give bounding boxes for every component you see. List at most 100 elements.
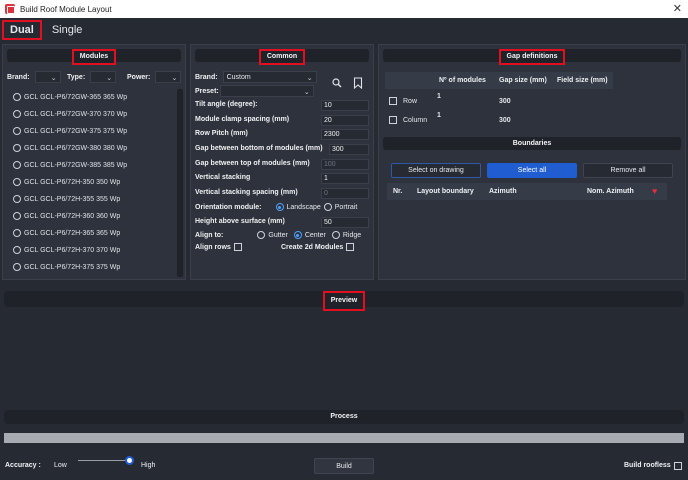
height-label: Height above surface (mm) <box>195 218 285 225</box>
modules-panel: Modules Brand: ⌄ Type: ⌄ Power: ⌄ GCL GC… <box>2 44 186 280</box>
window-title: Build Roof Module Layout <box>20 4 112 14</box>
list-item[interactable]: GCL GCL-P6/72GW-375 375 Wp <box>13 127 127 135</box>
select-on-drawing-button[interactable]: Select on drawing <box>391 163 481 178</box>
modules-header: Modules <box>7 49 181 65</box>
bookmark-icon[interactable] <box>353 77 363 89</box>
center-radio[interactable] <box>293 231 302 239</box>
gutter-label: Gutter <box>268 231 288 239</box>
column-checkbox[interactable] <box>389 116 397 124</box>
list-item[interactable]: GCL GCL-P6/72H-365 365 Wp <box>13 229 120 237</box>
module-radio[interactable] <box>13 127 21 135</box>
build-roofless-checkbox[interactable] <box>674 462 682 470</box>
process-bar[interactable]: Process <box>4 410 684 424</box>
center-label: Center <box>304 231 326 239</box>
module-radio[interactable] <box>13 110 21 118</box>
module-radio[interactable] <box>13 212 21 220</box>
list-item[interactable]: GCL GCL-P6/72GW-385 385 Wp <box>13 161 127 169</box>
gap-top-field[interactable]: 100 <box>321 159 369 170</box>
vertical-spacing-field[interactable]: 0 <box>321 188 369 199</box>
col-layout-boundary: Layout boundary <box>417 188 474 195</box>
common-preset-dropdown[interactable]: ⌄ <box>219 85 314 97</box>
list-item[interactable]: GCL GCL-P6/72H-375 375 Wp <box>13 263 120 271</box>
list-item[interactable]: GCL GCL-P6/72H-350 350 Wp <box>13 178 120 186</box>
gap-top-label: Gap between top of modules (mm) <box>195 160 310 167</box>
gap-title: Gap definitions <box>498 49 566 65</box>
vertical-stacking-field[interactable]: 1 <box>321 173 369 184</box>
row-gap[interactable]: 300 <box>499 98 511 105</box>
list-item[interactable]: GCL GCL-P6/72GW-380 380 Wp <box>13 144 127 152</box>
chevron-down-icon: ⌄ <box>50 75 57 82</box>
module-name: GCL GCL-P6/72GW-385 385 Wp <box>24 161 128 169</box>
row-modules[interactable]: 1 <box>437 93 441 100</box>
orientation-label: Orientation module: <box>195 203 262 211</box>
clamp-spacing-field[interactable]: 20 <box>321 115 369 126</box>
common-preset-label: Preset: <box>195 87 219 95</box>
gap-bottom-label: Gap between bottom of modules (mm) <box>195 145 323 152</box>
column-modules[interactable]: 1 <box>437 112 441 119</box>
module-radio[interactable] <box>13 246 21 254</box>
ridge-label: Ridge <box>342 231 362 239</box>
common-header: Common <box>195 49 369 65</box>
list-item[interactable]: GCL GCL-P6/72H-370 370 Wp <box>13 246 120 254</box>
module-radio[interactable] <box>13 229 21 237</box>
portrait-radio[interactable] <box>323 203 332 211</box>
mode-tabs: Dual Single <box>0 20 688 40</box>
module-radio[interactable] <box>13 263 21 271</box>
vertical-spacing-label: Vertical stacking spacing (mm) <box>195 189 298 196</box>
landscape-radio[interactable] <box>275 203 284 211</box>
chevron-down-icon: ⌄ <box>306 75 313 82</box>
table-row: Column <box>389 116 427 124</box>
module-radio[interactable] <box>13 93 21 101</box>
module-radio[interactable] <box>13 178 21 186</box>
module-name: GCL GCL-P6/72H-360 360 Wp <box>24 212 121 220</box>
slider-handle[interactable] <box>125 456 134 465</box>
gutter-radio[interactable] <box>257 231 266 239</box>
modules-scrollbar[interactable] <box>177 89 183 277</box>
align-rows-checkbox[interactable] <box>233 243 242 251</box>
accuracy-slider[interactable] <box>78 456 134 465</box>
create-2d-checkbox[interactable] <box>346 243 355 251</box>
module-name: GCL GCL-P6/72H-370 370 Wp <box>24 246 121 254</box>
modules-brand-dropdown[interactable]: ⌄ <box>34 71 61 83</box>
list-item[interactable]: GCL GCL-P6/72H-355 355 Wp <box>13 195 120 203</box>
build-roofless-label: Build roofless <box>624 462 671 469</box>
row-pitch-field[interactable]: 2300 <box>321 129 369 140</box>
modules-type-dropdown[interactable]: ⌄ <box>90 71 117 83</box>
select-all-button[interactable]: Select all <box>487 163 577 178</box>
ridge-radio[interactable] <box>331 231 340 239</box>
tab-dual[interactable]: Dual <box>2 20 42 40</box>
module-name: GCL GCL-P6/72H-350 350 Wp <box>24 178 121 186</box>
height-field[interactable]: 50 <box>321 217 369 228</box>
module-radio[interactable] <box>13 144 21 152</box>
heart-icon[interactable]: ♥ <box>652 186 657 196</box>
app-icon <box>5 4 15 14</box>
list-item[interactable]: GCL GCL-P6/72GW-365 365 Wp <box>13 93 127 101</box>
common-brand-label: Brand: <box>195 73 218 81</box>
gap-definitions-panel: Gap definitions Nº of modules Gap size (… <box>378 44 686 280</box>
module-radio[interactable] <box>13 195 21 203</box>
build-button[interactable]: Build <box>314 458 374 474</box>
common-title: Common <box>258 49 306 65</box>
col-gap: Gap size (mm) <box>499 77 547 84</box>
row-pitch-label: Row Pitch (mm) <box>195 130 248 137</box>
common-panel: Common Brand: Custom ⌄ Preset: ⌄ Tilt ang… <box>190 44 374 280</box>
boundaries-header: Boundaries <box>383 137 681 150</box>
preview-bar[interactable]: Preview <box>4 291 684 311</box>
list-item[interactable]: GCL GCL-P6/72H-360 360 Wp <box>13 212 120 220</box>
common-brand-dropdown[interactable]: Custom ⌄ <box>222 71 317 83</box>
list-item[interactable]: GCL GCL-P6/72GW-370 370 Wp <box>13 110 127 118</box>
remove-all-button[interactable]: Remove all <box>583 163 673 178</box>
close-icon[interactable]: ✕ <box>673 2 682 15</box>
accuracy-high-label: High <box>141 462 156 469</box>
preview-label: Preview <box>322 291 366 311</box>
modules-power-dropdown[interactable]: ⌄ <box>155 71 182 83</box>
chevron-down-icon: ⌄ <box>106 75 113 82</box>
tilt-angle-field[interactable]: 10 <box>321 100 369 111</box>
module-radio[interactable] <box>13 161 21 169</box>
search-icon[interactable] <box>332 78 342 88</box>
gap-bottom-field[interactable]: 300 <box>329 144 369 155</box>
column-gap[interactable]: 300 <box>499 117 511 124</box>
tab-single[interactable]: Single <box>46 20 89 40</box>
chevron-down-icon: ⌄ <box>303 89 310 96</box>
row-checkbox[interactable] <box>389 97 397 105</box>
